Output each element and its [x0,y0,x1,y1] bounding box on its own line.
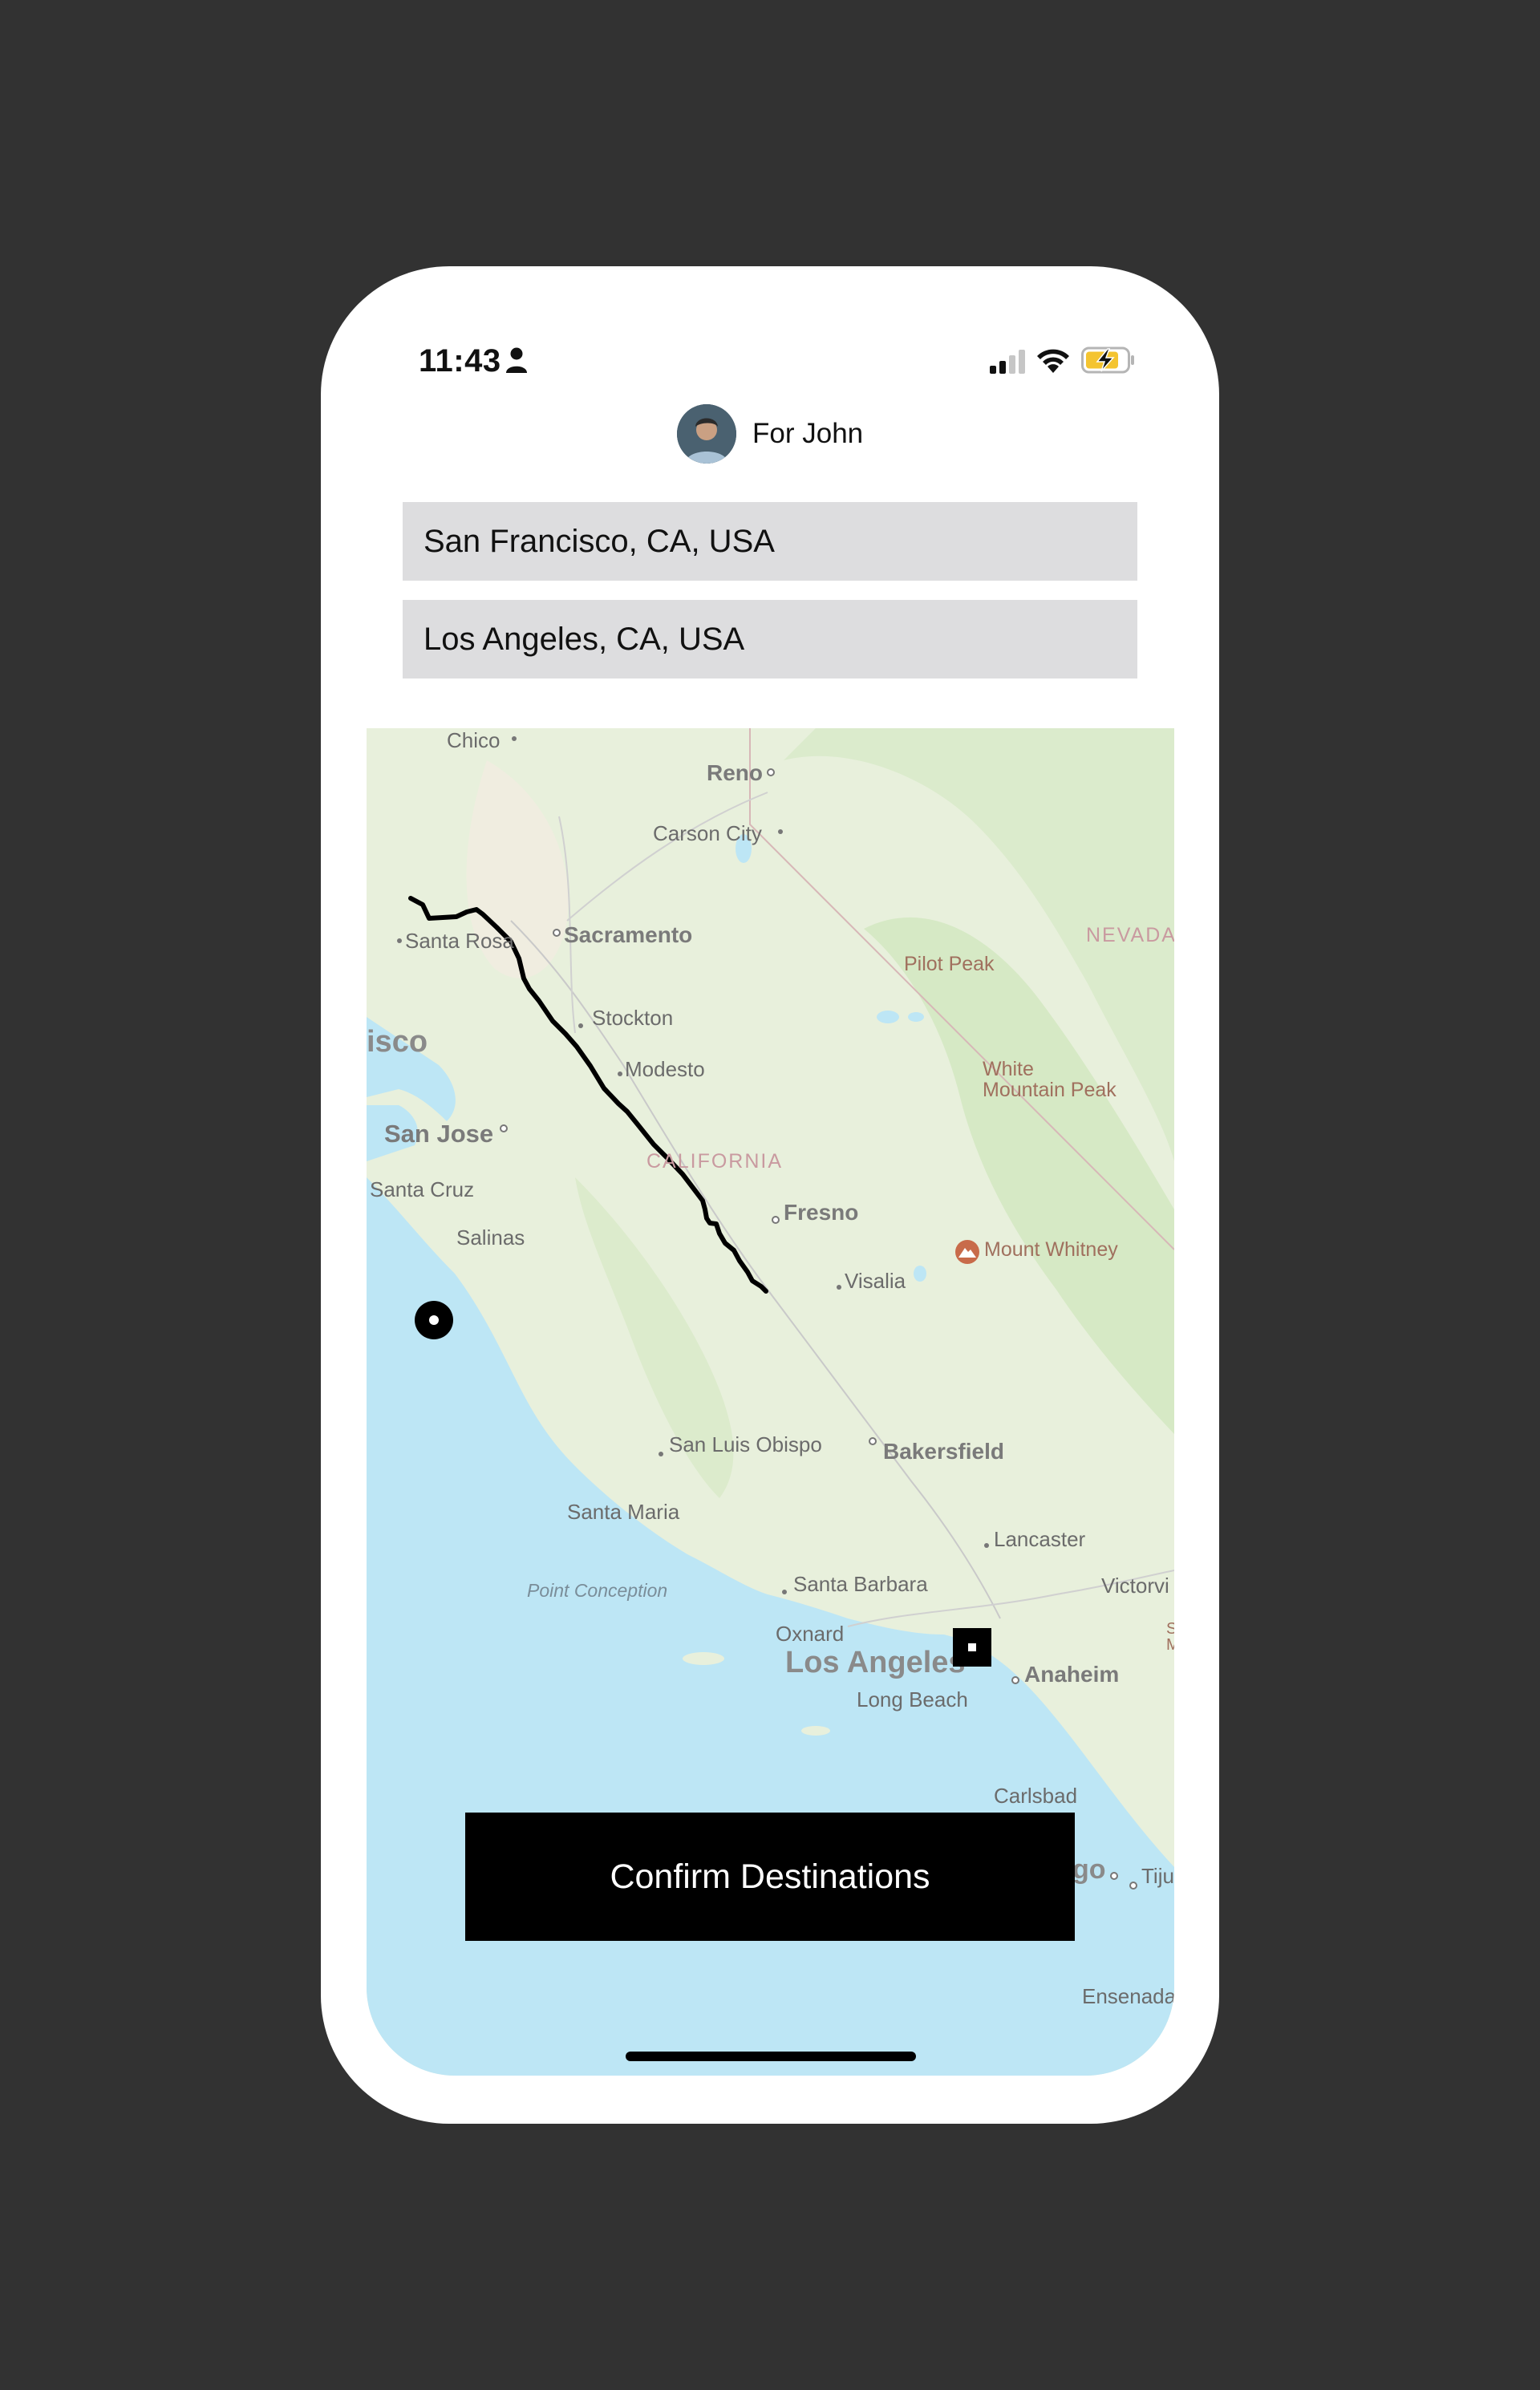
map-label-long-beach: Long Beach [857,1687,968,1711]
map-dot [397,938,402,943]
map-ring [1129,1882,1137,1890]
map-dot [782,1590,787,1594]
signal-icon [990,350,1025,374]
map-label-pilot-peak: Pilot Peak [904,953,995,975]
map-label-sf-partial: isco [367,1025,428,1059]
map-label-california: CALIFORNIA [646,1150,784,1173]
map-ring [1110,1872,1118,1880]
map-label-santa-maria: Santa Maria [567,1500,680,1524]
confirm-destinations-button[interactable]: Confirm Destinations [465,1813,1075,1941]
map-label-anaheim: Anaheim [1024,1662,1120,1687]
map-label-victorville: Victorvi [1101,1574,1169,1598]
rider-label: For John [752,418,864,449]
map-dot [578,1023,583,1028]
map-label-sacramento: Sacramento [564,922,693,947]
map-ring [869,1437,877,1445]
map-ring [500,1124,508,1132]
map-ring [772,1216,780,1224]
status-time: 11:43 [419,343,501,379]
battery-charging-icon [1081,346,1134,374]
map-label-point-conception: Point Conception [527,1580,668,1601]
map-label-ensenada: Ensenada [1082,1984,1174,2008]
map-label-visalia: Visalia [845,1269,906,1293]
map-label-reno: Reno [707,760,763,785]
map-label-mount-whitney: Mount Whitney [984,1238,1118,1261]
avatar [677,404,736,464]
destination-input[interactable] [403,600,1137,679]
map-label-carlsbad: Carlsbad [994,1784,1078,1808]
map-label-edge-m: M [1166,1636,1174,1654]
map-label-chico: Chico [447,728,500,752]
destination-marker[interactable] [953,1628,991,1667]
mountain-icon [955,1240,979,1264]
map-label-oxnard: Oxnard [776,1622,845,1646]
avatar-photo [677,404,736,464]
map-ring [767,768,775,776]
map-label-santa-barbara: Santa Barbara [793,1572,928,1596]
origin-input[interactable] [403,502,1137,581]
map-label-lancaster: Lancaster [994,1527,1086,1551]
map-dot [659,1452,663,1456]
map-ring [1011,1676,1019,1684]
origin-marker[interactable] [415,1301,453,1339]
map-label-santa-cruz: Santa Cruz [370,1177,475,1201]
wifi-icon [1037,349,1069,373]
map-label-tijuana-partial: Tiju [1141,1864,1174,1888]
map-label-nevada: NEVADA [1086,924,1174,946]
map-label-santa-rosa: Santa Rosa [405,929,514,953]
phone-screen: 11:43 For John San Francisco, CA, USA Lo… [321,266,1219,2124]
map-label-salinas: Salinas [456,1225,525,1250]
map-label-stockton: Stockton [592,1006,674,1030]
rider-selector[interactable]: For John [677,404,863,464]
map-dot [618,1071,622,1076]
map-label-fresno: Fresno [784,1200,859,1225]
map-label-white-mountain-peak: White Mountain Peak [983,1058,1116,1101]
map-label-modesto: Modesto [625,1057,705,1081]
map-label-san-jose: San Jose [384,1120,494,1148]
map-label-carson-city: Carson City [653,821,762,845]
map-dot [984,1543,989,1548]
map-dot [512,736,517,741]
person-icon [506,347,527,373]
map-dot [778,829,783,834]
map-label-bakersfield: Bakersfield [883,1439,1004,1464]
map-label-los-angeles: Los Angeles [785,1646,966,1679]
map-label-san-luis-obispo: San Luis Obispo [669,1432,822,1456]
map-label-san-diego-partial: go [1072,1854,1106,1885]
home-indicator[interactable] [626,2052,916,2061]
map-ring [553,929,561,937]
map-dot [837,1285,841,1290]
